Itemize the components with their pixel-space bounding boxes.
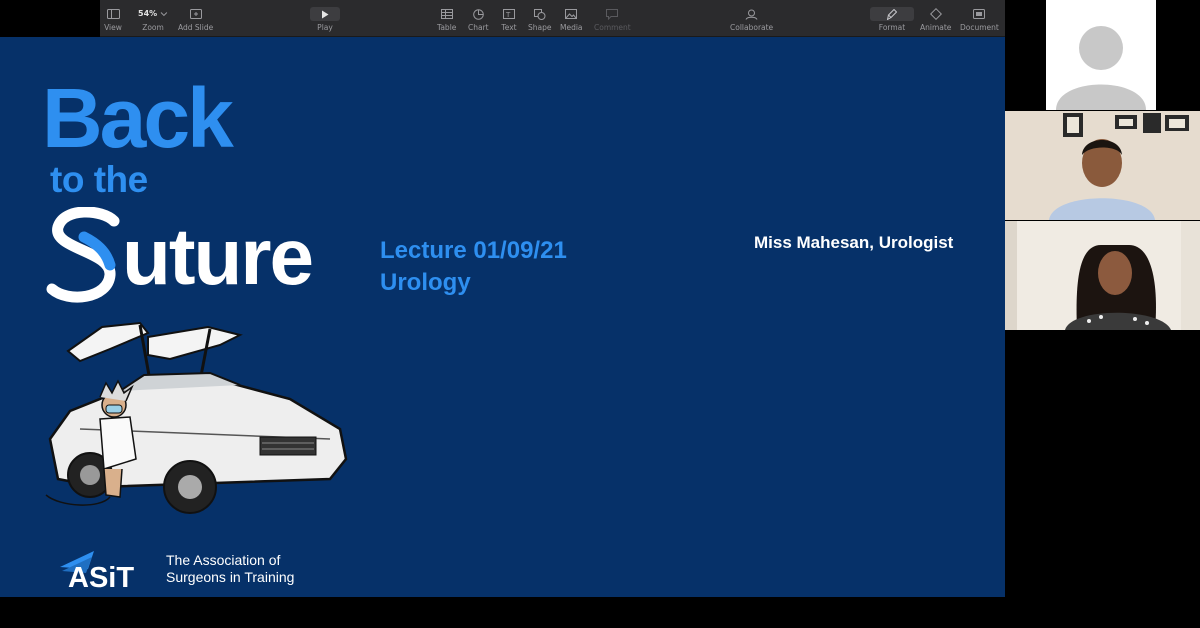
chevron-down-icon (160, 12, 168, 17)
media-label: Media (560, 23, 583, 32)
suture-s-logo (46, 207, 120, 303)
play-icon (322, 10, 329, 18)
shape-label: Shape (528, 23, 552, 32)
animate-label: Animate (920, 23, 952, 32)
comment-icon (603, 7, 621, 21)
collaborate-icon (743, 7, 761, 21)
keynote-toolbar: View 54% Zoom Add Slide Play Table Chart… (100, 0, 1005, 37)
text-button[interactable]: T Text (500, 7, 518, 32)
animate-button[interactable]: Animate (920, 7, 951, 32)
text-icon: T (500, 7, 518, 21)
participant-video-feed (1005, 111, 1200, 220)
sidebar-icon (104, 7, 122, 21)
paintbrush-icon (887, 8, 897, 20)
add-slide-icon (187, 7, 205, 21)
asit-tagline: The Association of Surgeons in Training (166, 552, 294, 586)
document-button[interactable]: Document (960, 7, 999, 32)
title-suture: uture (122, 212, 314, 301)
text-label: Text (501, 23, 517, 32)
collaborate-button[interactable]: Collaborate (730, 7, 773, 32)
play-button[interactable]: Play (310, 7, 340, 32)
chart-button[interactable]: Chart (468, 7, 489, 32)
lecture-subject: Urology (380, 269, 471, 297)
participant-video-tile-2[interactable] (1005, 111, 1200, 220)
lecture-info: Lecture 01/09/21 Urology (380, 235, 567, 300)
document-icon (970, 7, 988, 21)
zoom-value: 54% (138, 9, 158, 18)
title-to-the: to the (50, 159, 148, 200)
avatar-placeholder-icon (1056, 26, 1146, 110)
delorean-illustration (45, 321, 348, 514)
title-back: Back (42, 71, 234, 165)
format-button[interactable]: Format (870, 7, 914, 32)
asit-line-2: Surgeons in Training (166, 569, 295, 586)
collaborate-label: Collaborate (730, 23, 774, 32)
participant-video-tile-3[interactable] (1005, 221, 1200, 330)
play-label: Play (317, 23, 333, 32)
chart-icon (469, 7, 487, 21)
media-button[interactable]: Media (560, 7, 583, 32)
view-button[interactable]: View (104, 7, 122, 32)
presentation-slide: Back to the uture Lecture 01/09/21 Urolo… (0, 37, 1005, 597)
asit-logo: ASiT (60, 551, 134, 591)
add-slide-button[interactable]: Add Slide (178, 7, 213, 32)
shape-icon (531, 7, 549, 21)
document-label: Document (960, 23, 999, 32)
svg-text:T: T (505, 11, 511, 19)
format-label: Format (878, 23, 906, 32)
add-slide-label: Add Slide (178, 23, 214, 32)
view-label: View (104, 23, 122, 32)
media-icon (562, 7, 580, 21)
table-label: Table (437, 23, 457, 32)
animate-icon (927, 7, 945, 21)
table-icon (438, 7, 456, 21)
chart-label: Chart (468, 23, 489, 32)
shape-button[interactable]: Shape (528, 7, 552, 32)
comment-label: Comment (594, 23, 631, 32)
lecture-date: Lecture 01/09/21 (380, 237, 567, 264)
comment-button[interactable]: Comment (594, 7, 631, 32)
participant-video-feed (1005, 221, 1200, 330)
presenter-name: Miss Mahesan, Urologist (754, 233, 954, 252)
zoom-control[interactable]: 54% Zoom (138, 7, 168, 32)
table-button[interactable]: Table (437, 7, 456, 32)
participant-video-tile-1[interactable] (1046, 0, 1156, 110)
svg-text:ASiT: ASiT (68, 562, 134, 591)
zoom-label: Zoom (142, 23, 164, 32)
asit-line-1: The Association of (166, 552, 281, 568)
